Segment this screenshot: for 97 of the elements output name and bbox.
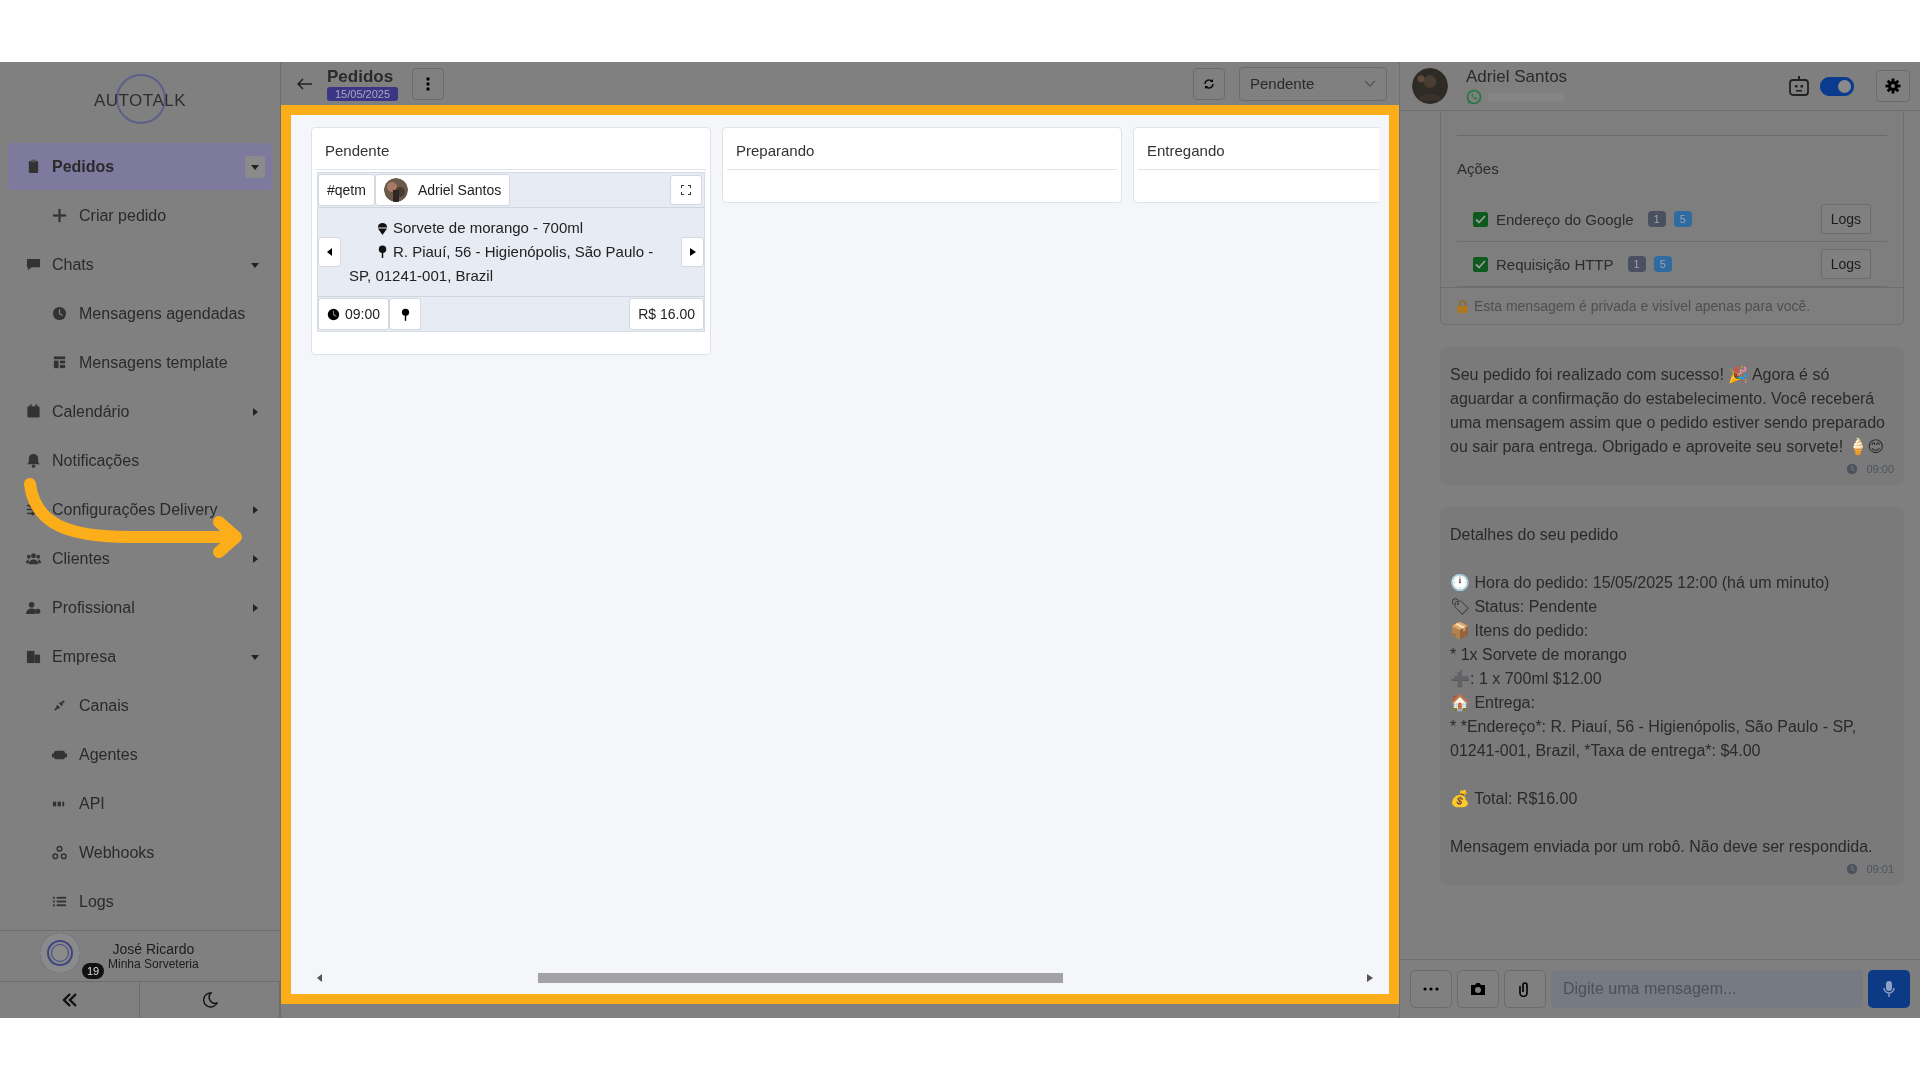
actions-title: Ações [1456,159,1500,179]
sidebar-item[interactable]: Calendário [8,388,238,435]
clipboard-icon [26,159,41,174]
sidebar-item[interactable]: Profissional [8,584,238,631]
refresh-button[interactable] [1193,67,1225,100]
message-text: Detalhes do seu pedido 🕛 Hora do pedido: 15/05/2025 12:00 (há um minuto) 🏷 Status: Pendente 📦 Itens do pedido: * 1x Sorvete de morango ➕: 1 x 700ml $12.00 🏠 Entrega: * *Endereço*: R. Piauí, 56 - Higienópolis, São Paulo - SP, 01241-001, Brazil, *Taxa de entrega*: $4.00 💰 Total: R$16.00 Mensagem enviada por um robô. Não deve ser respondida. [1450,525,1874,857]
chat-icon [26,257,41,272]
whatsapp-icon [1466,89,1482,105]
refresh-icon [1203,77,1215,90]
clock-icon [1846,863,1859,875]
logo-text: AUTOTALK [93,91,187,111]
kebab-icon [426,76,431,91]
next-button[interactable] [681,237,704,267]
date-badge: 15/05/2025 [327,86,399,101]
order-time: 09:00 [318,298,390,330]
order-card[interactable]: #qetm Adriel Santos Sorvete de morango - 700ml R. Piauí, 56 - Higienópolis, São Paulo - SP, 01241-001, Brazil 09:00 R$ 16.00 [317,172,705,332]
building-icon [26,649,41,664]
sidebar-item[interactable]: Configurações Delivery [8,486,238,533]
sidebar-subitem[interactable]: Logs [8,877,272,926]
count-badge: 5 [1653,256,1672,272]
camera-icon [1470,982,1486,996]
scroll-right-icon[interactable] [1367,974,1373,982]
bot-toggle[interactable] [1820,76,1854,96]
user-name: José Ricardo [112,941,195,957]
sidebar-item[interactable]: Notificações [8,437,272,484]
paperclip-icon [1519,981,1531,997]
pin-icon [400,307,410,321]
order-item: Sorvete de morango - 700ml [393,218,584,238]
sidebar-subitem[interactable]: Agentes [8,730,272,779]
more-button[interactable] [412,67,445,100]
notification-count: 19 [82,963,105,979]
customer-chip[interactable]: Adriel Santos [374,174,511,206]
order-address: R. Piauí, 56 - Higienópolis, São Paulo - SP, 01241-001, Brazil [349,242,655,286]
moon-icon [201,992,218,1008]
message-text: Seu pedido foi realizado com sucesso! 🎉 Agora é só aguardar a confirmação do estabelecimento. Você receberá uma mensagem assim que o pedido estiver sendo preparado ou sair para entrega. Obrigado e aproveite seu sorvete! 🍦😊 [1450,365,1886,457]
microphone-icon [1883,980,1895,998]
scroll-left-icon[interactable] [317,974,323,982]
lock-icon [1457,299,1468,313]
status-select[interactable]: Pendente [1239,66,1387,101]
order-code: #qetm [318,174,375,206]
sidebar-item[interactable]: Clientes [8,535,238,582]
count-badge: 5 [1673,211,1692,227]
sidebar-subitem[interactable]: Criar pedido [8,191,272,240]
checkbox[interactable] [1473,211,1488,227]
action-label: Requisição HTTP [1496,255,1614,273]
ellipsis-icon [1423,987,1439,991]
sidebar-subitem[interactable]: API [8,779,272,828]
expand-icon [681,185,691,195]
previous-button[interactable] [318,237,341,267]
order-price: R$ 16.00 [629,298,704,330]
user-profile[interactable]: 19 José Ricardo Minha Sorveteria [0,930,280,981]
users-icon [26,551,41,566]
caret-left-icon [326,248,333,256]
bell-icon [26,453,41,468]
pin-icon [377,245,388,258]
back-arrow-icon[interactable] [297,77,313,90]
page-title: Pedidos [327,66,394,87]
count-badge: 1 [1627,256,1646,272]
microphone-button[interactable] [1868,970,1910,1008]
plus-icon [52,208,67,223]
sidebar-item[interactable]: Chats [8,241,238,288]
more-options-button[interactable] [1410,970,1452,1008]
clock-icon [327,307,340,321]
chevron-down-icon [1364,79,1376,88]
sidebar-item[interactable]: Empresa [8,633,238,680]
logs-button[interactable]: Logs [1820,204,1871,234]
clock-icon [52,306,67,321]
template-icon [52,355,67,370]
link-icon [52,698,67,713]
contact-name: Adriel Santos [1466,67,1568,87]
sidebar-subitem[interactable]: Canais [8,681,272,730]
settings-button[interactable] [1876,70,1910,102]
location-button[interactable] [389,298,422,330]
calendar-icon [26,404,41,419]
column-title: Preparando [727,128,1117,170]
column-title: Pendente [316,128,706,170]
sidebar-subitem[interactable]: Mensagens agendadas [8,289,272,338]
list-icon [52,894,67,909]
count-badge: 1 [1647,211,1666,227]
logs-button[interactable]: Logs [1820,249,1871,279]
user-cog-icon [26,600,41,615]
attach-button[interactable] [1504,970,1546,1008]
sidebar-subitem[interactable]: Webhooks [8,828,272,877]
sidebar-item[interactable]: Pedidos [8,143,238,190]
ice-cream-icon [377,221,388,235]
gear-icon [1885,78,1901,94]
checkbox[interactable] [1473,256,1488,272]
caret-right-icon [689,248,696,256]
sidebar-subitem[interactable]: Mensagens template [8,338,272,387]
clock-icon [1846,463,1859,475]
webhook-icon [52,845,67,860]
avatar-icon [40,933,80,973]
expand-button[interactable] [670,175,702,205]
camera-button[interactable] [1457,970,1499,1008]
company-name: Minha Sorveteria [108,957,199,971]
double-chevron-left-icon [61,993,78,1007]
action-label: Endereço do Google [1496,210,1634,228]
